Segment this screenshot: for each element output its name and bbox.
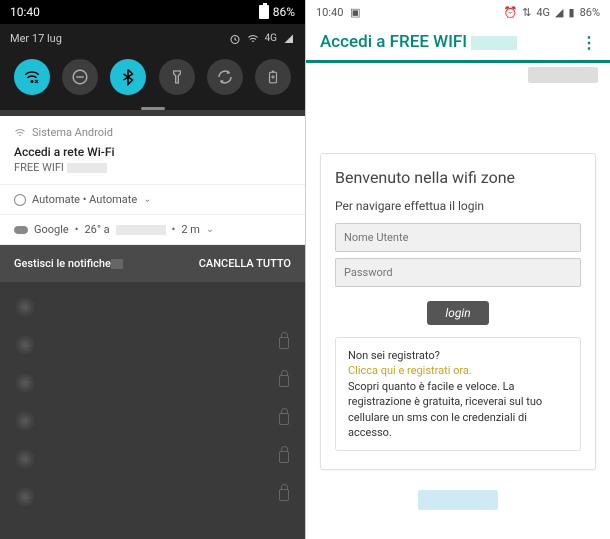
login-subheading: Per navigare effettua il login xyxy=(335,199,581,213)
alarm-icon xyxy=(229,33,241,45)
app-bar: Accedi a FREE WIFI ⋮ xyxy=(306,24,610,60)
status-bar: 10:40 ▣ ⏰ ⇅ 4G ◢ ▮ 86% xyxy=(306,0,610,24)
password-field[interactable] xyxy=(335,258,581,287)
screenshot-icon: ▣ xyxy=(350,6,360,19)
qs-expand-handle[interactable] xyxy=(141,107,165,110)
redacted-text xyxy=(528,67,598,83)
google-label: Google xyxy=(34,223,69,236)
notif-app-name: Sistema Android xyxy=(32,126,113,139)
chevron-down-icon: ⌄ xyxy=(206,224,214,235)
manage-notifications-button[interactable]: Gestisci le notifiche xyxy=(14,257,123,270)
wifi-signal-icon xyxy=(16,372,34,390)
status-time: 10:40 xyxy=(316,6,343,19)
battery-pct: 86% xyxy=(580,6,600,19)
wifi-signal-icon xyxy=(16,296,34,314)
register-link[interactable]: Clicca qui e registrati ora. xyxy=(348,363,568,378)
google-temp: 26° a xyxy=(84,223,109,236)
notif-body-text: FREE WIFI xyxy=(14,161,64,174)
redacted-text xyxy=(116,225,166,235)
wifi-network-row[interactable] xyxy=(0,438,305,476)
lock-icon xyxy=(279,489,289,501)
wifi-network-row[interactable] xyxy=(0,286,305,324)
wifi-signal-icon xyxy=(16,448,34,466)
lock-icon xyxy=(279,375,289,387)
redacted-text xyxy=(67,163,107,173)
bluetooth-icon xyxy=(119,68,137,86)
rotate-tile[interactable] xyxy=(207,59,243,95)
battery-saver-tile[interactable] xyxy=(255,59,291,95)
wifi-network-row[interactable] xyxy=(0,362,305,400)
lock-icon xyxy=(279,451,289,463)
wifi-network-row[interactable] xyxy=(0,324,305,362)
lock-icon xyxy=(279,337,289,349)
redacted-footer xyxy=(418,490,498,510)
qs-status-icons: 4G xyxy=(229,33,295,45)
wifi-x-icon xyxy=(23,68,41,86)
wifi-signal-icon xyxy=(16,486,34,504)
login-heading: Benvenuto nella wifi zone xyxy=(335,168,581,187)
chevron-down-icon: ⌄ xyxy=(143,194,151,205)
google-distance: 2 m xyxy=(181,223,200,236)
login-button[interactable]: login xyxy=(427,301,488,325)
automate-notification[interactable]: Automate • Automate ⌄ xyxy=(0,185,305,215)
wifi-tile[interactable] xyxy=(14,59,50,95)
clear-all-button[interactable]: CANCELLA TUTTO xyxy=(199,257,291,270)
status-bar: 10:40 86% xyxy=(0,0,305,24)
battery-pct: 86% xyxy=(273,5,295,19)
login-card: Benvenuto nella wifi zone Per navigare e… xyxy=(320,153,596,470)
register-description: Scopri quanto è facile e veloce. La regi… xyxy=(348,379,568,441)
network-label: 4G xyxy=(536,6,550,19)
signal-icon xyxy=(283,33,295,45)
wifi-network-row[interactable] xyxy=(0,400,305,438)
username-field[interactable] xyxy=(335,223,581,252)
battery-icon xyxy=(259,5,269,19)
wifi-network-row[interactable] xyxy=(0,476,305,514)
gear-icon xyxy=(14,194,26,206)
wifi-signal-icon xyxy=(16,410,34,428)
register-question: Non sei registrato? xyxy=(348,348,568,363)
right-screenshot: 10:40 ▣ ⏰ ⇅ 4G ◢ ▮ 86% Accedi a FREE WIF… xyxy=(305,0,610,539)
google-notification[interactable]: Google • 26° a • 2 m ⌄ xyxy=(0,215,305,245)
arrows-icon: ⇅ xyxy=(522,6,531,19)
automate-label: Automate • Automate xyxy=(32,193,137,206)
cloud-icon xyxy=(14,226,28,234)
wifi-login-notification[interactable]: Sistema Android Accedi a rete Wi-Fi FREE… xyxy=(0,116,305,185)
dnd-tile[interactable] xyxy=(62,59,98,95)
redacted-text xyxy=(111,259,123,269)
bluetooth-tile[interactable] xyxy=(110,59,146,95)
qs-date: Mer 17 lug xyxy=(10,32,62,45)
register-card: Non sei registrato? Clicca qui e registr… xyxy=(335,337,581,451)
lock-icon xyxy=(279,413,289,425)
rotate-icon xyxy=(216,68,234,86)
battery-saver-icon xyxy=(266,68,280,86)
page-title: Accedi a FREE WIFI xyxy=(320,32,467,52)
wifi-signal-icon xyxy=(16,334,34,352)
signal-icon: ◢ xyxy=(555,6,563,19)
network-label: 4G xyxy=(265,33,277,44)
notif-title: Accedi a rete Wi-Fi xyxy=(14,145,291,159)
quick-settings-panel: Mer 17 lug 4G xyxy=(0,24,305,110)
wifi-small-icon xyxy=(14,127,26,139)
flashlight-tile[interactable] xyxy=(159,59,195,95)
left-screenshot: 10:40 86% Mer 17 lug 4G xyxy=(0,0,305,539)
battery-icon: ▮ xyxy=(569,6,575,19)
alarm-icon: ⏰ xyxy=(503,6,517,19)
more-options-button[interactable]: ⋮ xyxy=(581,33,596,52)
wifi-icon xyxy=(247,33,259,45)
status-time: 10:40 xyxy=(10,5,40,19)
redacted-text xyxy=(471,36,517,50)
flashlight-icon xyxy=(169,69,185,85)
wifi-list-background xyxy=(0,282,305,514)
dnd-icon xyxy=(71,68,89,86)
